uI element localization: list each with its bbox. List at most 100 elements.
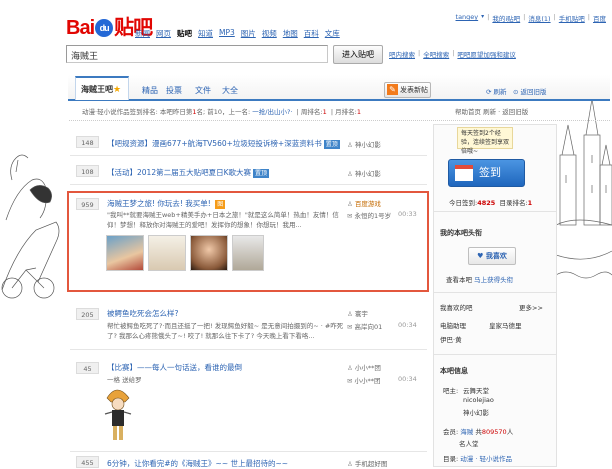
hall-of-fame-link[interactable]: 名人堂: [459, 438, 479, 448]
search-input[interactable]: 海贼王: [66, 45, 328, 63]
tab-directory[interactable]: 大全: [222, 85, 238, 96]
today-signin-value: 4825: [477, 199, 496, 207]
nav-baike[interactable]: 百科: [304, 28, 319, 39]
last-reply-author[interactable]: ✉ 小小**团: [347, 375, 381, 385]
reply-count: 205: [76, 308, 99, 320]
user-icon: ♙: [347, 170, 353, 178]
author-name: 小小**团: [354, 364, 381, 372]
prev-rank-link[interactable]: 一抢/出山小?·: [252, 108, 292, 116]
mobile-tieba-link[interactable]: 手机贴吧: [559, 13, 585, 23]
messages-link[interactable]: 消息(1): [528, 13, 550, 23]
liked-forums-heading: 我喜欢的吧: [440, 304, 473, 312]
my-tieba-link[interactable]: 我的i贴吧: [492, 13, 520, 23]
thread-image-thumbnail[interactable]: [106, 235, 144, 271]
nav-mp3[interactable]: MP3: [219, 28, 235, 39]
reply-icon: ✉: [347, 377, 353, 385]
dropdown-icon[interactable]: ▾: [481, 13, 484, 23]
tab-vote[interactable]: 投票: [166, 85, 182, 96]
sign-in-stats: 今日签到:4825 目录排名:1: [449, 197, 532, 207]
thread-image-thumbnail[interactable]: [148, 235, 186, 271]
heart-icon: ♥: [477, 252, 484, 260]
username-link[interactable]: tangey: [456, 13, 479, 23]
in-bar-search-link[interactable]: 吧内搜索: [389, 49, 415, 59]
thread-title[interactable]: 【比赛】——每人一句话送，看谁的最倒: [107, 362, 242, 373]
refresh-link[interactable]: ⟳ 刷新: [486, 86, 507, 96]
thread-excerpt: 帮忙被鳄鱼吃死了?·而且还挺了一把! 发现鳄鱼好毅~ 是无意间拍摄到的~ · #…: [107, 322, 344, 340]
old-version-link[interactable]: ⊙ 返回旧版: [513, 86, 547, 96]
category-link[interactable]: 动漫 · 轻小说作品: [460, 455, 512, 463]
divider: [69, 120, 610, 121]
tab-forum-home-label: 海贼王吧: [81, 85, 113, 94]
user-icon: ♙: [347, 310, 353, 318]
nav-tieba[interactable]: 贴吧: [177, 28, 192, 39]
thread-author[interactable]: ♙ 小小**团: [347, 362, 381, 372]
sign-in-button[interactable]: 签到: [448, 159, 525, 187]
reply-count: 455: [76, 456, 99, 468]
thread-row[interactable]: 205 被鳄鱼吃死会怎么样? 帮忙被鳄鱼吃死了?·而且还挺了一把! 发现鳄鱼好毅…: [70, 303, 427, 350]
nav-zhidao[interactable]: 知道: [198, 28, 213, 39]
baidu-home-link[interactable]: 百度: [593, 13, 606, 23]
get-title-link[interactable]: 马上获得头衔: [474, 276, 513, 284]
members-name-link[interactable]: 海贼: [460, 428, 473, 436]
thread-title[interactable]: 【吧规资源】漫画677+航海TV560+垃圾短投诉榜+深蓝资料书 置顶: [107, 138, 340, 149]
divider: [434, 211, 556, 212]
nav-news[interactable]: 新闻: [135, 28, 150, 39]
author-name: 神小幻影: [354, 141, 381, 149]
moderator-link[interactable]: nicolejiao: [463, 396, 494, 404]
liked-forum-item[interactable]: 皇家马德里: [489, 320, 522, 330]
thread-author[interactable]: ♙ 神小幻影: [347, 168, 381, 178]
new-post-button[interactable]: ✎ 发表新帖: [384, 82, 431, 98]
like-button[interactable]: ♥ 我喜欢: [468, 247, 516, 265]
last-reply-name: 永恒的1号岁: [354, 212, 392, 220]
liked-forum-item[interactable]: 伊巴·黄: [440, 334, 462, 344]
more-link[interactable]: 更多>>: [519, 302, 543, 312]
thread-row[interactable]: 108 【活动】2012第二届五大贴吧夏日K歌大赛 置顶 ♙ 神小幻影: [70, 160, 427, 185]
last-reply-author[interactable]: ✉ 永恒的1号岁: [347, 210, 391, 220]
pinned-badge: 置顶: [323, 140, 340, 149]
suggestion-link[interactable]: 吧吧愿望加强和建议: [457, 49, 516, 59]
nav-map[interactable]: 地图: [283, 28, 298, 39]
thread-title[interactable]: 6分钟，让你看完#的《海贼王》~~ 世上最招待的~~: [107, 458, 288, 469]
rank-text: 动漫·轻小说作品签到排名: 本吧昨日第: [82, 108, 193, 116]
month-rank-value: 1: [356, 108, 361, 116]
my-title-heading: 我的本吧头衔: [440, 229, 482, 237]
sign-in-tip: 每天签到2个经验，连续签到享双倍哦~: [457, 127, 513, 155]
chibi-character-image[interactable]: [101, 384, 135, 446]
dir-rank-value: 1: [527, 199, 533, 207]
thread-title[interactable]: 被鳄鱼吃死会怎么样?: [107, 308, 178, 319]
thread-time: 00:34: [398, 375, 417, 383]
thread-author[interactable]: ♙ 寰宇: [347, 308, 368, 318]
thread-image-thumbnail[interactable]: [190, 235, 228, 271]
nav-web[interactable]: 网页: [156, 28, 171, 39]
tab-files[interactable]: 文件: [195, 85, 211, 96]
nav-images[interactable]: 图片: [241, 28, 256, 39]
reply-count: 45: [76, 362, 99, 374]
week-rank-label: 周排名:: [300, 108, 323, 116]
thread-row[interactable]: 148 【吧规资源】漫画677+航海TV560+垃圾短投诉榜+深蓝资料书 置顶 ♙…: [70, 131, 427, 156]
reply-count: 108: [76, 165, 99, 177]
help-links[interactable]: 帮助首页 刷新 · 返回旧版: [455, 106, 528, 116]
pinned-badge: 置顶: [253, 169, 270, 178]
liked-forum-item[interactable]: 电脑助理: [440, 320, 466, 330]
last-reply-author[interactable]: ✉ 高岸向01: [347, 321, 382, 331]
thread-title[interactable]: 【活动】2012第二届五大贴吧夏日K歌大赛 置顶: [107, 167, 270, 178]
tab-featured[interactable]: 精品: [142, 85, 158, 96]
thread-image-thumbnail[interactable]: [232, 235, 264, 271]
thread-author[interactable]: ♙ 百度游戏: [347, 198, 381, 208]
members-unit: 人: [506, 428, 514, 436]
moderators-label: 吧主:: [443, 387, 459, 395]
nav-video[interactable]: 视频: [262, 28, 277, 39]
thread-time: 00:34: [398, 321, 417, 329]
thread-author[interactable]: ♙ 神小幻影: [347, 139, 381, 149]
enter-tieba-button[interactable]: 进入贴吧: [333, 45, 383, 64]
thread-excerpt: 一格 送给罗: [107, 376, 142, 384]
moderator-link[interactable]: 云舞天堂: [463, 385, 489, 395]
all-bar-search-link[interactable]: 全吧搜索: [423, 49, 449, 59]
star-icon: ★: [113, 85, 122, 95]
tab-forum-home[interactable]: 海贼王吧★: [75, 76, 129, 100]
nav-wenku[interactable]: 文库: [325, 28, 340, 39]
thread-title[interactable]: 海贼王梦之旅! 你玩去! 我买单! 图: [107, 198, 226, 209]
logo-text: Bai: [66, 17, 95, 39]
divider: [434, 354, 556, 355]
moderator-link[interactable]: 神小幻影: [463, 407, 489, 417]
